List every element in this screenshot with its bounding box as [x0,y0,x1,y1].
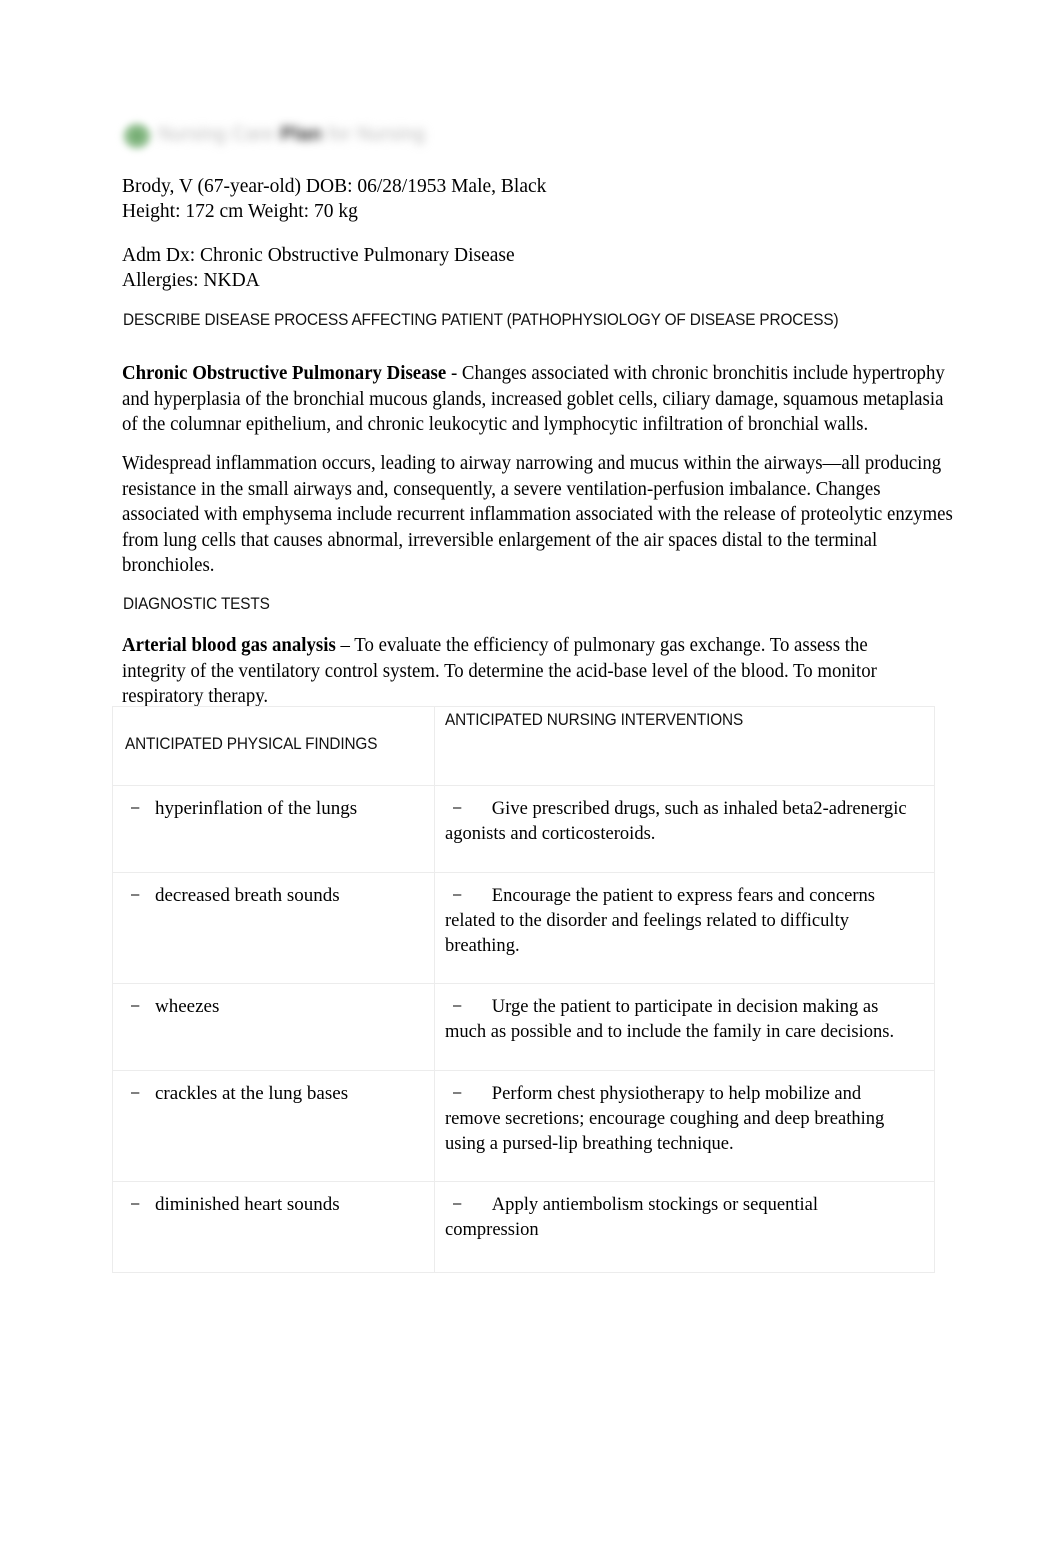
finding-bullet: – diminished heart sounds [113,1182,434,1227]
pathophysiology-dash: - [450,363,458,384]
bullet-dash-icon: – [131,997,140,1014]
intervention-cell: – Urge the patient to participate in dec… [434,983,935,1071]
findings-interventions-table: ANTICIPATED PHYSICAL FINDINGS ANTICIPATE… [112,706,935,1273]
bullet-dash-icon: – [131,1084,140,1101]
table-header-label-interventions: ANTICIPATED NURSING INTERVENTIONS [445,711,744,729]
intervention-bullet: – Give prescribed drugs, such as inhaled… [435,786,934,856]
finding-text: hyperinflation of the lungs [155,798,358,819]
intervention-text: Give prescribed drugs, such as inhaled b… [445,798,907,844]
section-heading-diagnostic-tests: DIAGNOSTIC TESTS [123,595,270,613]
table-row: – crackles at the lung bases – Perform c… [112,1070,935,1182]
table-row: – wheezes – Urge the patient to particip… [112,983,935,1071]
diagnostic-test-dash: – [340,635,350,656]
table-row: – diminished heart sounds – Apply antiem… [112,1181,935,1273]
logo-mark-icon [122,122,152,150]
finding-cell: – hyperinflation of the lungs [112,785,435,873]
section-heading-pathophysiology: DESCRIBE DISEASE PROCESS AFFECTING PATIE… [123,311,839,329]
finding-text: crackles at the lung bases [155,1083,349,1104]
table-header-cell-findings: ANTICIPATED PHYSICAL FINDINGS [112,706,435,786]
logo-wordmark: Nursing Care Plan for Nursing [158,120,498,152]
intervention-cell: – Perform chest physiotherapy to help mo… [434,1070,935,1182]
diagnostic-test-name: Arterial blood gas analysis [122,635,336,656]
patient-identity-block: Brody, V (67-year-old) DOB: 06/28/1953 M… [122,176,547,222]
intervention-text: Encourage the patient to express fears a… [445,885,876,956]
logo-wordmark-light: Nursing Care [158,124,281,145]
bullet-dash-icon: – [131,1195,140,1212]
finding-cell: – diminished heart sounds [112,1181,435,1273]
finding-cell: – wheezes [112,983,435,1071]
finding-bullet: – hyperinflation of the lungs [113,786,434,831]
table-row: – hyperinflation of the lungs – Give pre… [112,785,935,873]
pathophysiology-paragraph-1: Chronic Obstructive Pulmonary Disease - … [122,361,957,438]
finding-text: wheezes [155,996,220,1017]
finding-bullet: – crackles at the lung bases [113,1071,434,1116]
admission-block: Adm Dx: Chronic Obstructive Pulmonary Di… [122,245,515,291]
pathophysiology-paragraph-2: Widespread inflammation occurs, leading … [122,453,953,576]
intervention-bullet: – Perform chest physiotherapy to help mo… [435,1071,934,1166]
organization-logo: Nursing Care Plan for Nursing [118,116,498,162]
finding-cell: – decreased breath sounds [112,872,435,984]
intervention-text: Urge the patient to participate in decis… [445,996,895,1042]
document-page: Nursing Care Plan for Nursing Brody, V (… [0,0,1062,1556]
intervention-text: Perform chest physiotherapy to help mobi… [445,1083,885,1154]
intervention-bullet: – Urge the patient to participate in dec… [435,984,934,1054]
finding-cell: – crackles at the lung bases [112,1070,435,1182]
finding-text: diminished heart sounds [155,1194,340,1215]
pathophysiology-term: Chronic Obstructive Pulmonary Disease [122,363,447,384]
logo-wordmark-tail: for Nursing [322,124,426,145]
intervention-text: Apply antiembolism stockings or sequenti… [445,1194,819,1240]
intervention-bullet: – Encourage the patient to express fears… [435,873,934,968]
finding-bullet: – decreased breath sounds [113,873,434,918]
table-header-label-findings: ANTICIPATED PHYSICAL FINDINGS [125,735,378,753]
finding-text: decreased breath sounds [155,885,340,906]
diagnostic-test-paragraph: Arterial blood gas analysis – To evaluat… [122,633,933,710]
intervention-cell: – Encourage the patient to express fears… [434,872,935,984]
table-header-row: ANTICIPATED PHYSICAL FINDINGS ANTICIPATE… [112,706,935,786]
intervention-bullet: – Apply antiembolism stockings or sequen… [435,1182,934,1252]
logo-wordmark-dark: Plan [280,124,323,145]
finding-bullet: – wheezes [113,984,434,1029]
bullet-dash-icon: – [131,886,140,903]
bullet-dash-icon: – [131,799,140,816]
intervention-cell: – Apply antiembolism stockings or sequen… [434,1181,935,1273]
table-row: – decreased breath sounds – Encourage th… [112,872,935,984]
table-header-cell-interventions: ANTICIPATED NURSING INTERVENTIONS [434,706,935,786]
intervention-cell: – Give prescribed drugs, such as inhaled… [434,785,935,873]
